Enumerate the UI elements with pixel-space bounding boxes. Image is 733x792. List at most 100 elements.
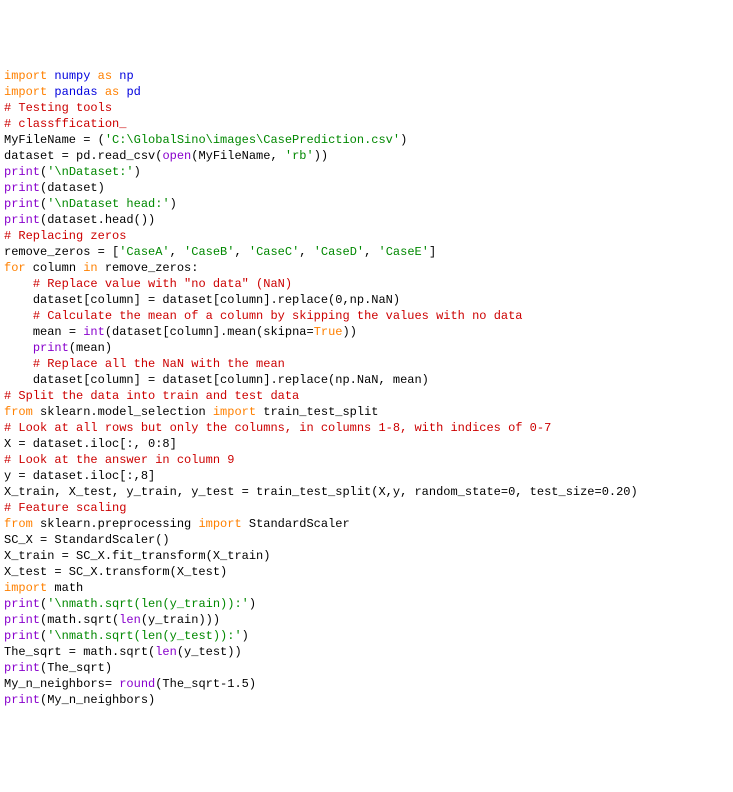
code-text: (y_train)))	[141, 613, 220, 627]
code-line: mean = int(dataset[column].mean(skipna=T…	[4, 324, 729, 340]
code-line: My_n_neighbors= round(The_sqrt-1.5)	[4, 676, 729, 692]
code-text: ))	[343, 325, 357, 339]
keyword-import: import	[4, 581, 47, 595]
code-text: sklearn.model_selection	[33, 405, 213, 419]
code-line: print(The_sqrt)	[4, 660, 729, 676]
code-text: dataset[column] = dataset[column].replac…	[33, 373, 429, 387]
string-literal: '\nDataset:'	[47, 165, 133, 179]
keyword-in: in	[83, 261, 97, 275]
builtin-fn: print	[33, 341, 69, 355]
code-text: ,	[299, 245, 313, 259]
code-text: (The_sqrt)	[40, 661, 112, 675]
builtin-fn: open	[162, 149, 191, 163]
string-literal: 'C:\GlobalSino\images\CasePrediction.csv…	[105, 133, 400, 147]
code-line: # Replacing zeros	[4, 228, 729, 244]
code-line: # Look at all rows but only the columns,…	[4, 420, 729, 436]
code-line: # Feature scaling	[4, 500, 729, 516]
code-line: for column in remove_zeros:	[4, 260, 729, 276]
code-text: ,	[234, 245, 248, 259]
builtin-fn: len	[119, 613, 141, 627]
keyword-as: as	[105, 85, 119, 99]
code-text: (My_n_neighbors)	[40, 693, 155, 707]
code-text: The_sqrt = math.sqrt(	[4, 645, 155, 659]
code-line: print('\nmath.sqrt(len(y_train)):')	[4, 596, 729, 612]
code-line: # Replace value with "no data" (NaN)	[4, 276, 729, 292]
code-line: X_test = SC_X.transform(X_test)	[4, 564, 729, 580]
code-text: (y_test))	[177, 645, 242, 659]
code-text: dataset[column] = dataset[column].replac…	[33, 293, 400, 307]
module-name: pandas	[54, 85, 97, 99]
code-text: )	[170, 197, 177, 211]
code-text: remove_zeros:	[98, 261, 199, 275]
code-line: X_train = SC_X.fit_transform(X_train)	[4, 548, 729, 564]
keyword-as: as	[98, 69, 112, 83]
code-text: MyFileName = (	[4, 133, 105, 147]
code-text: column	[26, 261, 84, 275]
code-line: # Testing tools	[4, 100, 729, 116]
comment: # Testing tools	[4, 101, 112, 115]
code-text: ))	[314, 149, 328, 163]
string-literal: '\nDataset head:'	[47, 197, 169, 211]
code-text: remove_zeros = [	[4, 245, 119, 259]
indent	[4, 277, 33, 291]
keyword-import: import	[213, 405, 256, 419]
indent	[4, 325, 33, 339]
string-literal: 'CaseA'	[119, 245, 169, 259]
comment: # Split the data into train and test dat…	[4, 389, 299, 403]
code-line: print(math.sqrt(len(y_train)))	[4, 612, 729, 628]
code-line: from sklearn.model_selection import trai…	[4, 404, 729, 420]
code-line: y = dataset.iloc[:,8]	[4, 468, 729, 484]
code-line: print(dataset)	[4, 180, 729, 196]
code-text: y = dataset.iloc[:,8]	[4, 469, 155, 483]
string-literal: 'CaseC'	[249, 245, 299, 259]
code-line: import math	[4, 580, 729, 596]
indent	[4, 293, 33, 307]
code-text: X_test = SC_X.transform(X_test)	[4, 565, 227, 579]
code-text: sklearn.preprocessing	[33, 517, 199, 531]
code-line: dataset = pd.read_csv(open(MyFileName, '…	[4, 148, 729, 164]
keyword-from: from	[4, 405, 33, 419]
builtin-fn: round	[119, 677, 155, 691]
code-line: # Look at the answer in column 9	[4, 452, 729, 468]
code-text: (math.sqrt(	[40, 613, 119, 627]
alias-name: pd	[126, 85, 140, 99]
string-literal: '\nmath.sqrt(len(y_test)):'	[47, 629, 241, 643]
code-text: X_train, X_test, y_train, y_test = train…	[4, 485, 638, 499]
code-line: import numpy as np	[4, 68, 729, 84]
comment: # classffication_	[4, 117, 126, 131]
comment: # Replace value with "no data" (NaN)	[33, 277, 292, 291]
code-text: (The_sqrt-1.5)	[155, 677, 256, 691]
code-text: (dataset[column].mean(skipna=	[105, 325, 314, 339]
builtin-fn: print	[4, 213, 40, 227]
builtin-fn: int	[83, 325, 105, 339]
code-text: )	[134, 165, 141, 179]
builtin-fn: print	[4, 181, 40, 195]
builtin-fn: print	[4, 197, 40, 211]
builtin-fn: print	[4, 693, 40, 707]
code-text: StandardScaler	[242, 517, 350, 531]
keyword-true: True	[314, 325, 343, 339]
code-line: X = dataset.iloc[:, 0:8]	[4, 436, 729, 452]
code-text: My_n_neighbors=	[4, 677, 119, 691]
code-line: SC_X = StandardScaler()	[4, 532, 729, 548]
code-line: import pandas as pd	[4, 84, 729, 100]
code-line: # Split the data into train and test dat…	[4, 388, 729, 404]
code-line: MyFileName = ('C:\GlobalSino\images\Case…	[4, 132, 729, 148]
code-text: train_test_split	[256, 405, 378, 419]
code-text: X = dataset.iloc[:, 0:8]	[4, 437, 177, 451]
code-line: print(dataset.head())	[4, 212, 729, 228]
comment: # Feature scaling	[4, 501, 126, 515]
indent	[4, 373, 33, 387]
builtin-fn: print	[4, 661, 40, 675]
code-line: print(mean)	[4, 340, 729, 356]
code-text: SC_X = StandardScaler()	[4, 533, 170, 547]
comment: # Replace all the NaN with the mean	[33, 357, 285, 371]
code-text: ]	[429, 245, 436, 259]
code-text: mean =	[33, 325, 83, 339]
code-line: The_sqrt = math.sqrt(len(y_test))	[4, 644, 729, 660]
code-line: print('\nDataset head:')	[4, 196, 729, 212]
code-line: print('\nmath.sqrt(len(y_test)):')	[4, 628, 729, 644]
code-text: (mean)	[69, 341, 112, 355]
code-text: X_train = SC_X.fit_transform(X_train)	[4, 549, 270, 563]
string-literal: 'CaseE'	[379, 245, 429, 259]
